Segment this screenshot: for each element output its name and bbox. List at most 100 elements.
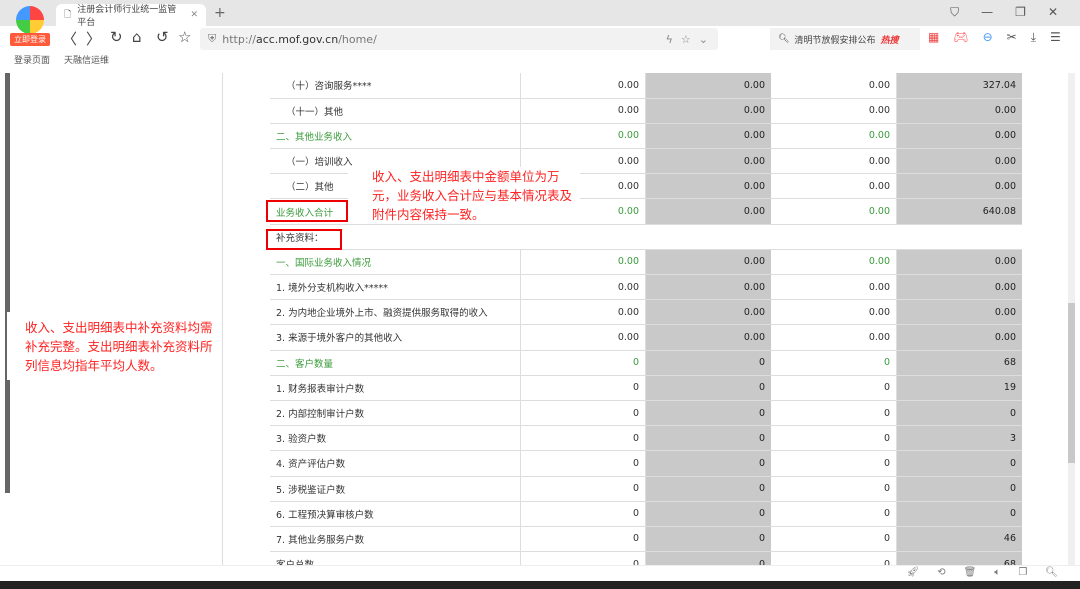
home-icon[interactable]: ⌂ bbox=[132, 28, 142, 46]
browser-logo[interactable]: 立即登录 bbox=[10, 6, 50, 46]
apps-icon[interactable]: ▦ bbox=[928, 30, 939, 45]
input-cell[interactable]: 0 bbox=[520, 450, 646, 477]
readonly-cell: 0 bbox=[645, 526, 771, 553]
scissors-icon[interactable]: ✂ bbox=[1007, 30, 1017, 45]
download-icon[interactable]: ⤓ bbox=[1031, 30, 1036, 45]
input-cell[interactable]: 0.00 bbox=[520, 274, 646, 301]
input-cell[interactable]: 0.00 bbox=[771, 299, 897, 326]
input-cell[interactable]: 0 bbox=[520, 400, 646, 427]
readonly-cell: 0.00 bbox=[645, 324, 771, 351]
input-cell[interactable]: 0.00 bbox=[520, 123, 646, 150]
input-cell[interactable]: 0.00 bbox=[771, 173, 897, 200]
login-button[interactable]: 立即登录 bbox=[10, 33, 50, 46]
input-cell[interactable]: 0 bbox=[771, 400, 897, 427]
row-label: 二、其他业务收入 bbox=[270, 123, 521, 150]
rocket-icon[interactable]: 🚀︎ bbox=[907, 567, 920, 578]
minimize-button[interactable]: — bbox=[981, 5, 993, 20]
row-label: 补充资料： bbox=[270, 224, 1022, 250]
table-row: 2. 为内地企业境外上市、融资提供服务取得的收入 0.00 0.00 0.00 0.00 bbox=[270, 299, 1022, 326]
table-row: （十一）其他 0.00 0.00 0.00 0.00 bbox=[270, 98, 1022, 124]
chevron-down-icon[interactable]: ⌄ bbox=[699, 33, 708, 46]
table-row: 1. 财务报表审计户数 0 0 0 19 bbox=[270, 375, 1022, 401]
search-box[interactable]: 🔍︎ 清明节放假安排公布 热搜 bbox=[770, 28, 920, 50]
game-icon[interactable]: 🎮︎ bbox=[953, 30, 968, 45]
input-cell[interactable]: 0.00 bbox=[520, 324, 646, 351]
undo-icon[interactable]: ↺ bbox=[156, 28, 169, 46]
input-cell[interactable]: 0.00 bbox=[771, 324, 897, 351]
page-icon: 🗋 bbox=[64, 10, 72, 20]
speaker-icon[interactable]: 🔈︎ bbox=[994, 567, 1000, 578]
bookmark-star-icon[interactable]: ☆ bbox=[681, 33, 691, 46]
input-cell[interactable]: 0 bbox=[520, 476, 646, 502]
highlight-total bbox=[266, 200, 348, 222]
readonly-cell: 0.00 bbox=[645, 173, 771, 200]
input-cell[interactable]: 0 bbox=[520, 350, 646, 376]
readonly-cell: 0.00 bbox=[645, 249, 771, 276]
input-cell[interactable]: 0 bbox=[520, 526, 646, 553]
tab-active[interactable]: 🗋 注册会计师行业统一监管平台 ✕ bbox=[56, 4, 206, 28]
divider bbox=[222, 73, 223, 565]
input-cell[interactable]: 0 bbox=[771, 350, 897, 376]
taskbar-edge bbox=[0, 581, 1080, 589]
scrollbar[interactable] bbox=[1068, 73, 1075, 565]
input-cell[interactable]: 0 bbox=[520, 551, 646, 565]
history-icon[interactable]: ⟲ bbox=[937, 567, 945, 578]
input-cell[interactable]: 0 bbox=[520, 375, 646, 401]
input-cell[interactable]: 0.00 bbox=[771, 148, 897, 175]
bookmark-tianrongxin[interactable]: 天融信运维 bbox=[64, 53, 109, 66]
input-cell[interactable]: 0 bbox=[771, 375, 897, 401]
row-label: （十）咨询服务**** bbox=[270, 73, 521, 99]
table-row: 3. 来源于境外客户的其他收入 0.00 0.00 0.00 0.00 bbox=[270, 324, 1022, 351]
input-cell[interactable]: 0.00 bbox=[520, 73, 646, 99]
input-cell[interactable]: 0 bbox=[771, 476, 897, 502]
input-cell[interactable]: 0 bbox=[771, 526, 897, 553]
row-label: 4. 资产评估户数 bbox=[270, 450, 521, 477]
new-tab-button[interactable]: + bbox=[214, 5, 226, 21]
readonly-cell: 0 bbox=[645, 476, 771, 502]
readonly-cell: 0.00 bbox=[896, 274, 1022, 301]
input-cell[interactable]: 0 bbox=[771, 450, 897, 477]
input-cell[interactable]: 0.00 bbox=[771, 123, 897, 150]
minus-circle-icon[interactable]: ⊖ bbox=[983, 30, 993, 45]
row-label: 3. 验资户数 bbox=[270, 425, 521, 452]
input-cell[interactable]: 0.00 bbox=[520, 249, 646, 276]
restore-button[interactable]: ❐ bbox=[1015, 5, 1026, 20]
input-cell[interactable]: 0.00 bbox=[771, 274, 897, 301]
close-window-button[interactable]: ✕ bbox=[1048, 5, 1058, 20]
input-cell[interactable]: 0 bbox=[771, 551, 897, 565]
row-label: 二、客户数量 bbox=[270, 350, 521, 376]
input-cell[interactable]: 0.00 bbox=[771, 198, 897, 225]
back-icon[interactable]: 〈 bbox=[62, 28, 77, 49]
bookmark-login[interactable]: 登录页面 bbox=[14, 53, 50, 66]
lightning-icon[interactable]: ϟ bbox=[666, 33, 673, 46]
readonly-cell: 0 bbox=[645, 425, 771, 452]
annotation-right: 收入、支出明细表中金额单位为万元，业务收入合计应与基本情况表及附件内容保持一致。 bbox=[348, 167, 580, 224]
income-detail-table: （十）咨询服务**** 0.00 0.00 0.00 327.04 （十一）其他 0.00 0… bbox=[270, 73, 1022, 565]
input-cell[interactable]: 0.00 bbox=[771, 73, 897, 99]
input-cell[interactable]: 0 bbox=[520, 501, 646, 527]
input-cell[interactable]: 0.00 bbox=[771, 249, 897, 276]
reload-icon[interactable]: ↻ bbox=[110, 28, 123, 46]
forward-icon[interactable]: 〉 bbox=[86, 28, 101, 49]
input-cell[interactable]: 0 bbox=[771, 501, 897, 527]
input-cell[interactable]: 0 bbox=[520, 425, 646, 452]
close-tab-icon[interactable]: ✕ bbox=[190, 10, 198, 20]
input-cell[interactable]: 0 bbox=[771, 425, 897, 452]
readonly-cell: 0 bbox=[896, 450, 1022, 477]
menu-icon[interactable]: ☰ bbox=[1050, 30, 1061, 45]
row-label: 客户总数 bbox=[270, 551, 521, 565]
zoom-icon[interactable]: 🔍︎ bbox=[1045, 567, 1058, 578]
readonly-cell: 3 bbox=[896, 425, 1022, 452]
left-scrollbar[interactable] bbox=[5, 73, 10, 493]
highlight-supplement bbox=[266, 229, 342, 250]
input-cell[interactable]: 0.00 bbox=[520, 98, 646, 124]
address-bar[interactable]: ⛨ http://acc.mof.gov.cn/home/ϟ ☆ ⌄ bbox=[200, 28, 718, 50]
window-icon[interactable]: ❐ bbox=[1018, 567, 1027, 578]
input-cell[interactable]: 0.00 bbox=[771, 98, 897, 124]
skin-icon[interactable]: ⛉ bbox=[950, 5, 959, 20]
readonly-cell: 0.00 bbox=[645, 123, 771, 150]
trash-icon[interactable]: 🗑︎ bbox=[964, 567, 977, 578]
input-cell[interactable]: 0.00 bbox=[520, 299, 646, 326]
row-label: 5. 涉税鉴证户数 bbox=[270, 476, 521, 502]
favorite-icon[interactable]: ☆ bbox=[178, 28, 191, 46]
